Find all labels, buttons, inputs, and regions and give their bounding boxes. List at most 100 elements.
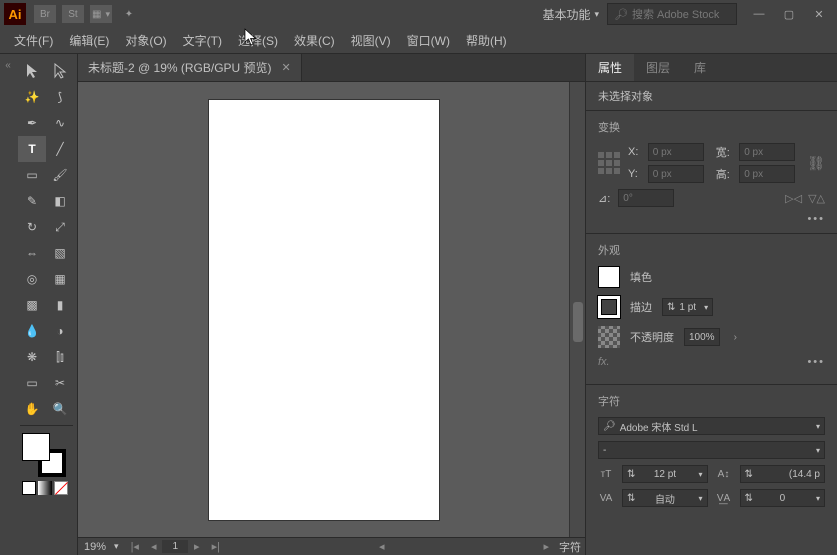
canvas[interactable] — [78, 82, 569, 537]
flip-horizontal-icon[interactable]: ▷◁ — [785, 192, 802, 205]
opacity-input[interactable]: 100% — [684, 328, 720, 346]
zoom-tool[interactable]: 🔍 — [46, 396, 74, 422]
width-input[interactable] — [739, 143, 795, 161]
zoom-value: 19% — [84, 541, 106, 553]
menu-type[interactable]: 文字(T) — [177, 29, 228, 52]
fill-swatch[interactable] — [22, 433, 50, 461]
blend-tool[interactable]: ◑ — [46, 318, 74, 344]
angle-input[interactable] — [618, 189, 674, 207]
color-swatches[interactable] — [18, 429, 75, 499]
type-tool[interactable]: T — [18, 136, 46, 162]
x-input[interactable] — [648, 143, 704, 161]
paintbrush-tool[interactable]: 🖌 — [46, 162, 74, 188]
stroke-color-swatch[interactable] — [598, 296, 620, 318]
gpu-icon[interactable]: ✦ — [118, 5, 140, 23]
bridge-icon[interactable]: Br — [34, 5, 56, 23]
kerning-input[interactable]: ⇅ 自动 ▾ — [622, 489, 708, 507]
appearance-section: 外观 填色 描边 ⇅ 1 pt ▾ 不透明度 — [586, 233, 837, 384]
none-mode-icon[interactable] — [54, 481, 68, 495]
shaper-tool[interactable]: ✎ — [18, 188, 46, 214]
mesh-tool[interactable]: ▩ — [18, 292, 46, 318]
font-size-value: 12 pt — [654, 469, 676, 480]
scale-tool[interactable]: ⤢ — [46, 214, 74, 240]
fx-label[interactable]: fx. — [598, 356, 610, 368]
footer-tray-label[interactable]: 字符 — [555, 539, 585, 555]
document-tab-title: 未标题-2 @ 19% (RGB/GPU 预览) — [88, 59, 272, 76]
rectangle-tool[interactable]: ▭ — [18, 162, 46, 188]
hscroll-right[interactable]: ▸ — [537, 540, 555, 553]
next-artboard-button[interactable]: ▸ — [188, 540, 206, 553]
symbol-sprayer-tool[interactable]: ❋ — [18, 344, 46, 370]
first-artboard-button[interactable]: |◂ — [125, 540, 145, 553]
prev-artboard-button[interactable]: ◂ — [145, 540, 163, 553]
rotate-tool[interactable]: ↻ — [18, 214, 46, 240]
font-family-select[interactable]: 🔎︎Adobe 宋体 Std L ▾ — [598, 417, 825, 435]
menu-window[interactable]: 窗口(W) — [401, 29, 456, 52]
font-size-input[interactable]: ⇅ 12 pt ▾ — [622, 465, 708, 483]
workspace-switcher[interactable]: 基本功能 ▾ — [542, 6, 599, 23]
pen-tool[interactable]: ✒ — [18, 110, 46, 136]
arrange-docs-icon[interactable]: ▦▾ — [90, 5, 112, 23]
menu-file[interactable]: 文件(F) — [8, 29, 59, 52]
artboard-tool[interactable]: ▭ — [18, 370, 46, 396]
font-style-select[interactable]: - ▾ — [598, 441, 825, 459]
panel-collapse-strip[interactable]: « — [0, 54, 16, 555]
zoom-select[interactable]: 19% ▾ — [78, 541, 125, 553]
search-placeholder: 搜索 Adobe Stock — [632, 6, 719, 22]
stock-icon[interactable]: St — [62, 5, 84, 23]
gradient-mode-icon[interactable] — [38, 481, 52, 495]
stroke-weight-input[interactable]: ⇅ 1 pt ▾ — [662, 298, 713, 316]
y-input[interactable] — [648, 165, 704, 183]
leading-input[interactable]: ⇅ (14.4 p — [740, 465, 826, 483]
gradient-tool[interactable]: ▮ — [46, 292, 74, 318]
line-tool[interactable]: ╱ — [46, 136, 74, 162]
artboard-number[interactable]: 1 — [162, 540, 188, 553]
transform-more-button[interactable]: ••• — [807, 213, 825, 225]
eyedropper-tool[interactable]: 💧 — [18, 318, 46, 344]
link-wh-icon[interactable]: ⛓ — [807, 155, 825, 172]
close-button[interactable]: ✕ — [811, 7, 827, 21]
width-tool[interactable]: ⇔ — [18, 240, 46, 266]
eraser-tool[interactable]: ◧ — [46, 188, 74, 214]
menu-object[interactable]: 对象(O) — [119, 29, 172, 52]
selection-tool[interactable] — [18, 58, 46, 84]
graph-tool[interactable]: ⫿⫾ — [46, 344, 74, 370]
curvature-tool[interactable]: ∿ — [46, 110, 74, 136]
hand-tool[interactable]: ✋ — [18, 396, 46, 422]
shape-builder-tool[interactable]: ◎ — [18, 266, 46, 292]
color-mode-icon[interactable] — [22, 481, 36, 495]
scrollbar-thumb[interactable] — [573, 302, 583, 342]
lasso-tool[interactable]: ⟆ — [46, 84, 74, 110]
fill-label: 填色 — [630, 269, 652, 285]
artboard[interactable] — [209, 100, 439, 520]
slice-tool[interactable]: ✂ — [46, 370, 74, 396]
minimize-button[interactable]: — — [751, 7, 767, 21]
transform-section: 变换 X: 宽: Y: 高: ⛓ — [586, 110, 837, 233]
appearance-more-button[interactable]: ••• — [807, 356, 825, 368]
last-artboard-button[interactable]: ▸| — [206, 540, 226, 553]
fill-color-swatch[interactable] — [598, 266, 620, 288]
menu-effect[interactable]: 效果(C) — [288, 29, 341, 52]
height-input[interactable] — [739, 165, 795, 183]
document-tab[interactable]: 未标题-2 @ 19% (RGB/GPU 预览) ✕ — [78, 54, 302, 81]
free-transform-tool[interactable]: ▧ — [46, 240, 74, 266]
tracking-input[interactable]: ⇅ 0 ▾ — [740, 489, 826, 507]
vertical-scrollbar[interactable] — [569, 82, 585, 537]
opacity-popover-icon[interactable]: › — [734, 332, 737, 343]
tab-libraries[interactable]: 库 — [682, 54, 718, 81]
tab-layers[interactable]: 图层 — [634, 54, 682, 81]
menu-help[interactable]: 帮助(H) — [460, 29, 513, 52]
maximize-button[interactable]: ▢ — [781, 7, 797, 21]
direct-selection-tool[interactable] — [46, 58, 74, 84]
magic-wand-tool[interactable]: ✨ — [18, 84, 46, 110]
reference-point-picker[interactable] — [598, 152, 620, 174]
search-input[interactable]: 🔎︎ 搜索 Adobe Stock — [607, 3, 737, 25]
menu-edit[interactable]: 编辑(E) — [63, 29, 115, 52]
perspective-tool[interactable]: ▦ — [46, 266, 74, 292]
tab-properties[interactable]: 属性 — [586, 54, 634, 81]
close-tab-icon[interactable]: ✕ — [282, 61, 291, 74]
flip-vertical-icon[interactable]: ▽△ — [808, 192, 825, 205]
hscroll-left[interactable]: ◂ — [373, 540, 391, 553]
menu-view[interactable]: 视图(V) — [345, 29, 397, 52]
stepper-icon: ⇅ — [627, 469, 635, 480]
